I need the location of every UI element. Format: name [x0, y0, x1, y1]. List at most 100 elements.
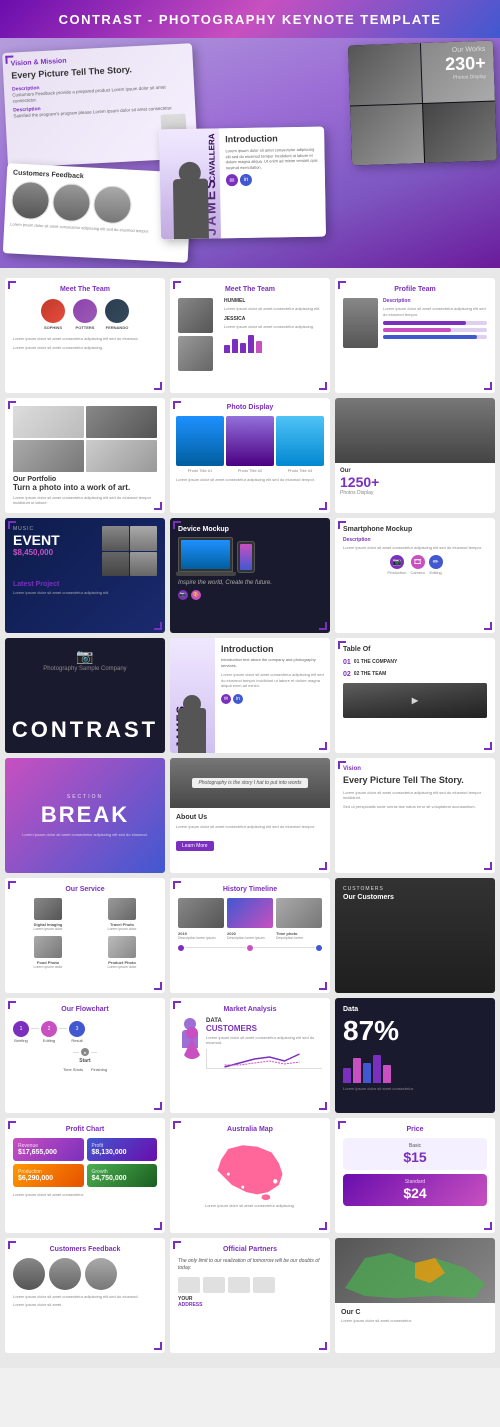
smartphone-desc-label: Description: [343, 537, 487, 543]
slide-row-7: Our Flowchart 1 Briefing 2 Editing: [5, 998, 495, 1113]
official-partners-slide[interactable]: Official Partners The only limit to our …: [170, 1238, 330, 1353]
photo-display-title: Photo Display: [176, 404, 324, 411]
cust-feedback-slide-title: Customers Feedback: [13, 1246, 157, 1253]
section-break-title: BREAK: [41, 802, 129, 828]
photo-1-label: Photo Title #1: [176, 468, 224, 473]
slide-row-4: 📷 Photography Sample Company CONTRAST JA…: [5, 638, 495, 753]
about-title: About Us: [176, 814, 324, 821]
flow-step-6: Finishing: [91, 1067, 107, 1072]
intro2-desc: Introduction text about the company and …: [221, 657, 324, 668]
flow-step-3: Result: [69, 1038, 85, 1043]
price-plan-1-price: $15: [348, 1149, 482, 1165]
hero-section: Vision & Mission Every Picture Tell The …: [0, 38, 500, 268]
about-us-slide[interactable]: Photography is the story I hat to put in…: [170, 758, 330, 873]
customers-label: CUSTOMERS: [343, 886, 487, 892]
slide-row-6: Our Service Digital Imaging Lorem ipsum …: [5, 878, 495, 993]
event-price: $8,450,000: [13, 548, 60, 557]
our-portfolio-slide[interactable]: Our Portfolio Turn a photo into a work o…: [5, 398, 165, 513]
latest-title: Latest Project: [13, 581, 157, 588]
price-plan-2-price: $24: [348, 1185, 482, 1201]
about-tagline: Photography is the story I hat to put in…: [198, 780, 301, 786]
smartphone-mockup-slide[interactable]: Smartphone Mockup Description Lorem ipsu…: [335, 518, 495, 633]
device-tagline: Inspire the world, Create the future.: [178, 580, 322, 586]
profit-val-3: $6,290,000: [18, 1175, 79, 1182]
meet-team-1-title: Meet The Team: [13, 286, 157, 293]
flowchart-slide[interactable]: Our Flowchart 1 Briefing 2 Editing: [5, 998, 165, 1113]
toc-item1: 01 THE COMPANY: [354, 659, 398, 666]
our-customers-slide[interactable]: CUSTOMERS Our Customers: [335, 878, 495, 993]
market-analysis-slide[interactable]: Market Analysis: [170, 998, 330, 1113]
market-customers-label: CUSTOMERS: [206, 1024, 322, 1033]
flowchart-title: Our Flowchart: [13, 1006, 157, 1013]
flow-step-2: Editing: [41, 1038, 57, 1043]
toc-item2: 02 THE TEAM: [354, 671, 387, 678]
slide-row-3: MUSIC EVENT $8,450,000 Latest Project Lo…: [5, 518, 495, 633]
device-mockup-slide[interactable]: Device Mockup Inspire the world, Create …: [170, 518, 330, 633]
photo-3-label: Photo Title #3: [276, 468, 324, 473]
intro2-title: Introduction: [221, 644, 324, 654]
meet-team-2-slide[interactable]: Meet The Team HUNMEL Lorem ipsum dolor s…: [170, 278, 330, 393]
slide-row-9: Customers Feedback Lorem ipsum dolor sit…: [5, 1238, 495, 1353]
profit-val-1: $17,655,000: [18, 1149, 79, 1156]
our-stat: 1250+: [340, 474, 490, 490]
profit-title: Profit Chart: [13, 1126, 157, 1133]
intro-title: Introduction: [225, 133, 318, 145]
australia-map-slide[interactable]: Australia Map Lorem ipsum dolor sit ame: [170, 1118, 330, 1233]
cavallera-intro-hero: JAMES CAVALLERA Introduction Lorem ipsum…: [159, 127, 326, 240]
profile-team-slide[interactable]: Profile Team Description Lorem ipsum dol…: [335, 278, 495, 393]
vision-2-slide[interactable]: Vision Every Picture Tell The Story. Lor…: [335, 758, 495, 873]
vision2-title: Vision: [343, 766, 487, 772]
price-slide-card[interactable]: Price Basic $15 Standard $24: [335, 1118, 495, 1233]
slide-row-1: Meet The Team SOPHINS POTTERS FERNANDO: [5, 278, 495, 393]
portfolio-title: Our Portfolio: [13, 476, 157, 483]
partners-tagline: The only limit to our realization of tom…: [178, 1258, 322, 1272]
profit-val-4: $4,750,000: [92, 1175, 153, 1182]
partners-title: Official Partners: [178, 1246, 322, 1253]
customers-title: Our Customers: [343, 894, 487, 901]
contrast-main-title: CONTRAST: [5, 717, 165, 743]
market-title: Market Analysis: [178, 1006, 322, 1013]
slide-row-2: Our Portfolio Turn a photo into a work o…: [5, 398, 495, 513]
latest-project-slide[interactable]: MUSIC EVENT $8,450,000 Latest Project Lo…: [5, 518, 165, 633]
section-label: SECTION: [67, 794, 103, 800]
history-timeline-slide[interactable]: History Timeline 2019 Description lorem …: [170, 878, 330, 993]
flow-step-5: Time Shots: [63, 1067, 83, 1072]
person-2-name: POTTERS: [73, 325, 97, 330]
meet-team-1-slide[interactable]: Meet The Team SOPHINS POTTERS FERNANDO: [5, 278, 165, 393]
our-c-slide[interactable]: Our C Lorem ipsum dolor sit amet consect…: [335, 1238, 495, 1353]
ourworks-slide-hero: Our Works 230+ Photos Display: [348, 41, 497, 166]
australia-title: Australia Map: [178, 1126, 322, 1133]
introduction-2-slide[interactable]: JAMES Introduction Introduction text abo…: [170, 638, 330, 753]
meet2-person2: JESSICA: [224, 316, 322, 322]
profile-team-title: Profile Team: [343, 286, 487, 293]
our-service-slide[interactable]: Our Service Digital Imaging Lorem ipsum …: [5, 878, 165, 993]
person-3-name: FERNANDO: [105, 325, 129, 330]
customers-feedback-slide[interactable]: Customers Feedback Lorem ipsum dolor sit…: [5, 1238, 165, 1353]
contrast-subtitle-text: Photography Sample Company: [5, 666, 165, 672]
contrast-slide[interactable]: 📷 Photography Sample Company CONTRAST: [5, 638, 165, 753]
event-title: EVENT: [13, 532, 60, 548]
our-stat-label: Photos Display: [340, 490, 490, 496]
profit-val-2: $8,130,000: [92, 1149, 153, 1156]
our-stat-slide[interactable]: Our 1250+ Photos Display: [335, 398, 495, 513]
person-1-name: SOPHINS: [41, 325, 65, 330]
flow-step-4: Start: [13, 1058, 157, 1064]
service-title: Our Service: [13, 886, 157, 893]
section-break-slide[interactable]: SECTION BREAK Lorem ipsum dolor sit amet…: [5, 758, 165, 873]
smartphone-title: Smartphone Mockup: [343, 526, 487, 533]
vision2-tagline: Every Picture Tell The Story.: [343, 775, 487, 786]
portfolio-tagline: Turn a photo into a work of art.: [13, 483, 157, 493]
photo-2-label: Photo Title #2: [226, 468, 274, 473]
data-slide[interactable]: Data 87% Lorem ipsum dolor sit amet cons…: [335, 998, 495, 1113]
toc-title: Table Of: [343, 646, 487, 653]
device-mockup-title: Device Mockup: [178, 526, 322, 533]
photo-display-slide[interactable]: Photo Display Photo Title #1 Photo Title…: [170, 398, 330, 513]
data-slide-title: Data: [343, 1006, 487, 1013]
profit-chart-slide[interactable]: Profit Chart Revenue $17,655,000 Profit …: [5, 1118, 165, 1233]
our-c-title: Our C: [341, 1309, 489, 1316]
slide-row-8: Profit Chart Revenue $17,655,000 Profit …: [5, 1118, 495, 1233]
flow-step-1: Briefing: [13, 1038, 29, 1043]
profile-desc-label: Description: [383, 298, 487, 304]
table-of-contents-slide[interactable]: Table Of 01 01 THE COMPANY 02 02 THE TEA…: [335, 638, 495, 753]
price-title: Price: [343, 1126, 487, 1133]
